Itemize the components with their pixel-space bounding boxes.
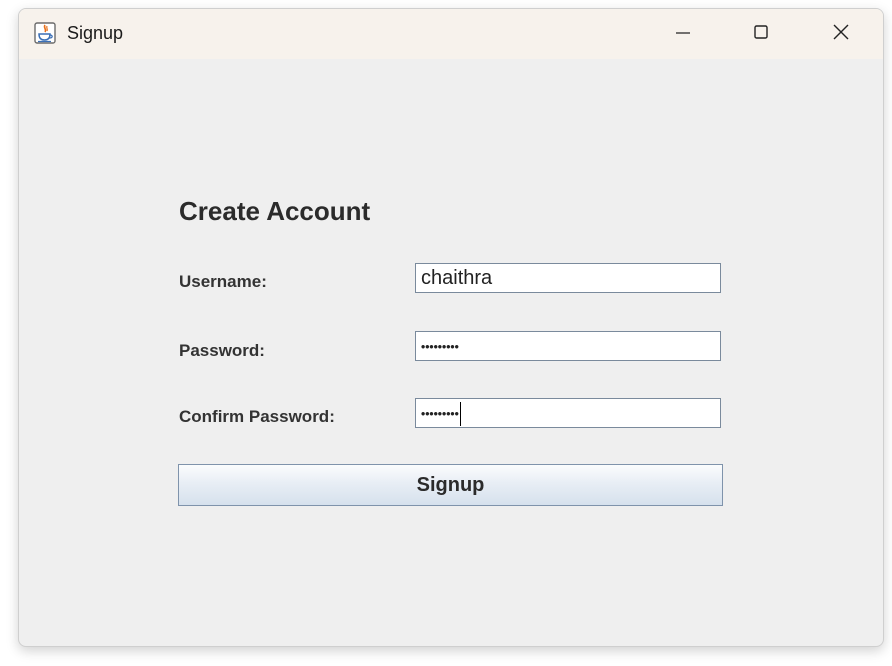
maximize-icon (752, 23, 770, 46)
title-bar[interactable]: Signup (19, 9, 883, 59)
form-heading: Create Account (179, 196, 371, 226)
minimize-icon (674, 23, 692, 46)
maximize-button[interactable] (737, 9, 785, 59)
signup-button[interactable]: Signup (178, 464, 723, 506)
minimize-button[interactable] (659, 9, 707, 59)
password-label: Password: (179, 341, 265, 360)
text-caret (459, 401, 461, 426)
confirm-password-masked-value: ••••••••• (421, 406, 459, 421)
username-value: chaithra (421, 267, 493, 289)
confirm-password-field[interactable]: ••••••••• (415, 398, 721, 428)
close-icon (832, 23, 850, 46)
signup-window: Signup Create Account Username: chaithra… (18, 8, 884, 647)
confirm-password-label: Confirm Password: (179, 407, 335, 426)
java-cup-icon (34, 22, 56, 44)
close-button[interactable] (817, 9, 865, 59)
password-masked-value: ••••••••• (421, 339, 459, 354)
username-label: Username: (179, 272, 267, 291)
window-title: Signup (67, 23, 124, 43)
password-field[interactable]: ••••••••• (415, 331, 721, 361)
username-field[interactable]: chaithra (415, 263, 721, 293)
